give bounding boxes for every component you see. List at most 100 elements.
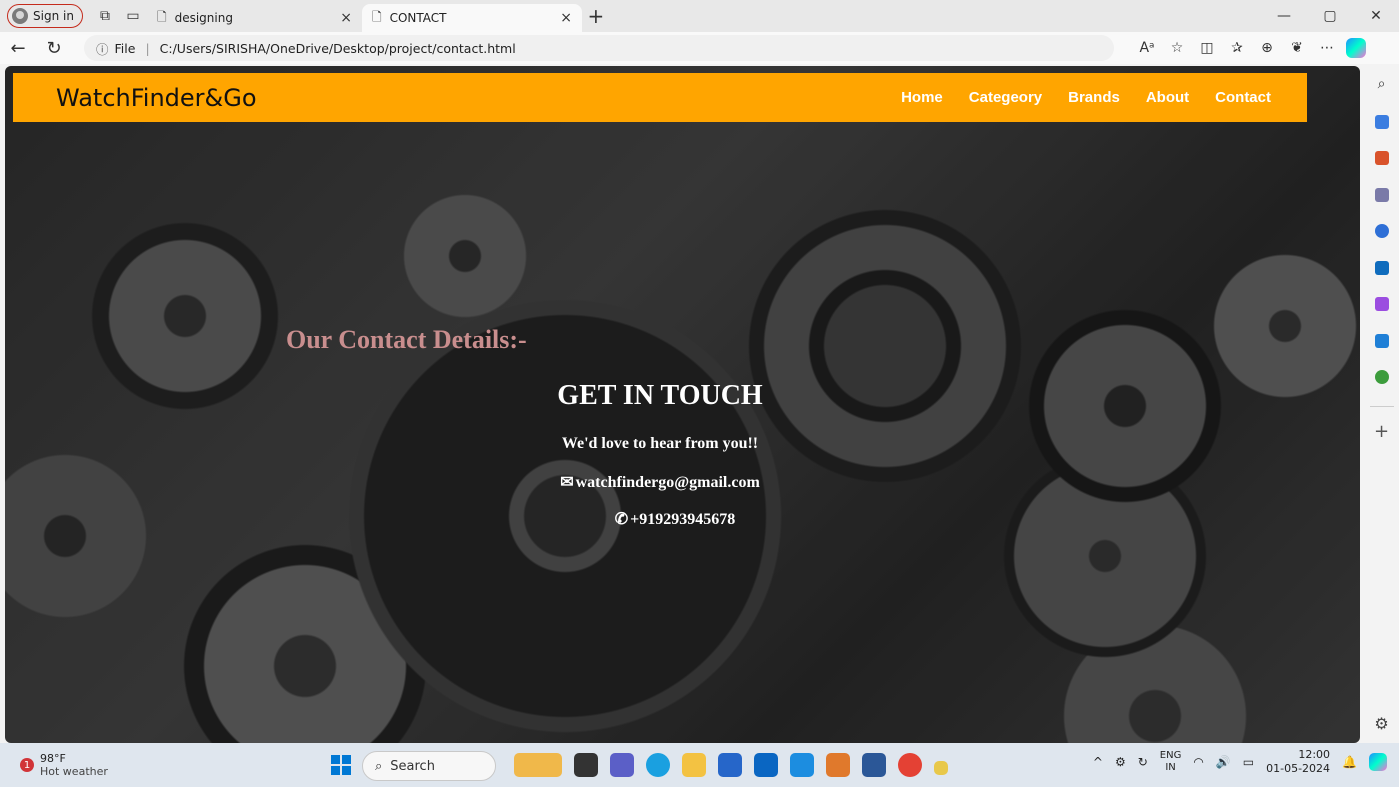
search-icon[interactable]: ⌕ (1378, 76, 1386, 92)
copilot-taskbar-icon[interactable] (1369, 753, 1387, 771)
nav-link-contact[interactable]: Contact (1215, 89, 1271, 106)
extension-icon[interactable]: ❦ (1282, 40, 1312, 56)
clock-time: 12:00 (1298, 748, 1331, 761)
weather-text: 98°F Hot weather (40, 752, 108, 778)
split-screen-icon[interactable]: ◫ (1192, 40, 1222, 56)
page-icon: 🗋 (371, 9, 382, 24)
close-tab-icon[interactable]: × (560, 10, 572, 26)
workspaces-icon[interactable]: ⧉ (91, 4, 119, 28)
phone-icon: ✆ (614, 511, 629, 528)
start-tile (342, 755, 351, 764)
tray-overflow-icon[interactable]: ^ (1093, 755, 1103, 769)
address-separator: | (145, 40, 150, 56)
copilot-icon[interactable] (1346, 38, 1366, 58)
outlook-icon[interactable] (1374, 260, 1389, 275)
designer-icon[interactable] (1374, 297, 1389, 311)
tree-icon[interactable] (1374, 370, 1389, 384)
site-brand[interactable]: WatchFinder&Go (56, 84, 257, 112)
get-in-touch-title: GET IN TOUCH (557, 380, 763, 411)
tray-app-icon[interactable]: ⚙ (1115, 755, 1126, 769)
page-icon: 🗋 (156, 9, 167, 24)
clock[interactable]: 12:00 01-05-2024 (1266, 748, 1330, 776)
widgets-app-icon[interactable] (514, 753, 562, 777)
edge-app-icon[interactable] (646, 753, 670, 777)
back-arrow-icon[interactable]: ← (0, 38, 36, 59)
address-actions: Aᵃ ☆ ◫ ✰ ⊕ ❦ ⋯ (1132, 40, 1342, 56)
address-url: C:/Users/SIRISHA/OneDrive/Desktop/projec… (159, 40, 516, 56)
sidebar-settings-icon[interactable]: ⚙ (1374, 714, 1388, 733)
new-tab-button[interactable]: + (582, 4, 610, 28)
site-navbar: WatchFinder&Go Home Categeory Brands Abo… (13, 73, 1307, 122)
page-viewport: WatchFinder&Go Home Categeory Brands Abo… (5, 66, 1360, 743)
weather-badge: 1 (20, 758, 34, 772)
start-tile (331, 755, 340, 764)
restore-button[interactable]: ▢ (1307, 8, 1353, 24)
games-icon[interactable] (1374, 187, 1389, 202)
taskbar-search[interactable]: ⌕ Search (362, 751, 496, 781)
favorite-star-icon[interactable]: ☆ (1162, 40, 1192, 56)
tab-contact[interactable]: 🗋 CONTACT × (361, 4, 582, 32)
nav-link-brands[interactable]: Brands (1068, 89, 1120, 106)
taskbar-apps (514, 753, 948, 777)
system-tray: ^ ⚙ ↻ ENG IN ◠ 🔊 ▭ 12:00 01-05-2024 🔔 (1093, 748, 1387, 776)
blue-app-icon[interactable] (790, 753, 814, 777)
profile-signin-button[interactable]: Sign in (7, 4, 83, 28)
start-tile (342, 766, 351, 775)
volume-icon[interactable]: 🔊 (1216, 755, 1231, 769)
battery-icon[interactable]: ▭ (1243, 755, 1254, 769)
weather-temp: 98°F (40, 752, 66, 765)
shopping-tag-icon[interactable] (1374, 114, 1389, 129)
sublime-app-icon[interactable] (826, 753, 850, 777)
email-text[interactable]: watchfindergo@gmail.com (576, 474, 760, 491)
window-controls: — ▢ ✕ (1261, 8, 1399, 24)
file-explorer-icon[interactable] (682, 753, 706, 777)
refresh-icon[interactable]: ↻ (36, 38, 72, 59)
tab-title: designing (174, 11, 233, 25)
browser-tab-bar: Sign in ⧉ ▭ 🗋 designing × 🗋 CONTACT × + … (0, 0, 1399, 32)
tab-designing[interactable]: 🗋 designing × (147, 4, 362, 32)
favorites-icon[interactable]: ✰ (1222, 40, 1252, 56)
profile-avatar-icon (12, 8, 28, 24)
notification-bell-icon[interactable]: 🔔 (1342, 755, 1357, 769)
task-view-icon[interactable] (574, 753, 598, 777)
wifi-icon[interactable]: ◠ (1193, 755, 1203, 769)
windows-taskbar: 1 98°F Hot weather ⌕ Search ^ ⚙ ↻ ENG IN… (0, 743, 1399, 787)
weather-widget[interactable]: 1 98°F Hot weather (20, 752, 108, 778)
word-app-icon[interactable] (862, 753, 886, 777)
tagline: We'd love to hear from you!! (561, 435, 759, 452)
snipping-app-icon[interactable] (934, 761, 948, 775)
sync-icon[interactable]: ↻ (1138, 755, 1148, 769)
more-menu-icon[interactable]: ⋯ (1312, 40, 1342, 56)
nav-link-category[interactable]: Categeory (969, 89, 1042, 106)
close-window-button[interactable]: ✕ (1353, 8, 1399, 24)
minimize-button[interactable]: — (1261, 8, 1307, 24)
tools-icon[interactable] (1374, 151, 1389, 165)
linkedin-app-icon[interactable] (754, 753, 778, 777)
add-sidebar-app-icon[interactable]: + (1374, 421, 1389, 442)
nav-link-home[interactable]: Home (901, 89, 943, 106)
weather-desc: Hot weather (40, 765, 108, 778)
profile-label: Sign in (33, 9, 74, 23)
tab-actions-icon[interactable]: ▭ (119, 4, 147, 28)
lang-bottom: IN (1165, 762, 1176, 773)
language-indicator[interactable]: ENG IN (1160, 750, 1182, 774)
chrome-app-icon[interactable] (898, 753, 922, 777)
store-app-icon[interactable] (718, 753, 742, 777)
browser-sidebar: ⌕ + ⚙ (1364, 66, 1399, 743)
nav-link-about[interactable]: About (1146, 89, 1189, 106)
read-aloud-icon[interactable]: Aᵃ (1132, 40, 1162, 56)
office-icon[interactable] (1374, 224, 1389, 238)
search-icon: ⌕ (375, 758, 383, 774)
send-icon[interactable] (1374, 333, 1389, 348)
envelope-icon: ✉ (560, 474, 574, 491)
start-button[interactable] (331, 755, 351, 775)
lang-top: ENG (1159, 750, 1182, 761)
collections-icon[interactable]: ⊕ (1252, 40, 1282, 56)
contact-details-heading: Our Contact Details:- (286, 325, 527, 354)
address-bar[interactable]: ⓘ File | C:/Users/SIRISHA/OneDrive/Deskt… (84, 35, 1114, 61)
info-icon[interactable]: ⓘ (96, 39, 109, 58)
sidebar-divider (1369, 406, 1394, 407)
phone-text[interactable]: +919293945678 (630, 511, 735, 528)
close-tab-icon[interactable]: × (340, 10, 352, 26)
chat-app-icon[interactable] (610, 753, 634, 777)
